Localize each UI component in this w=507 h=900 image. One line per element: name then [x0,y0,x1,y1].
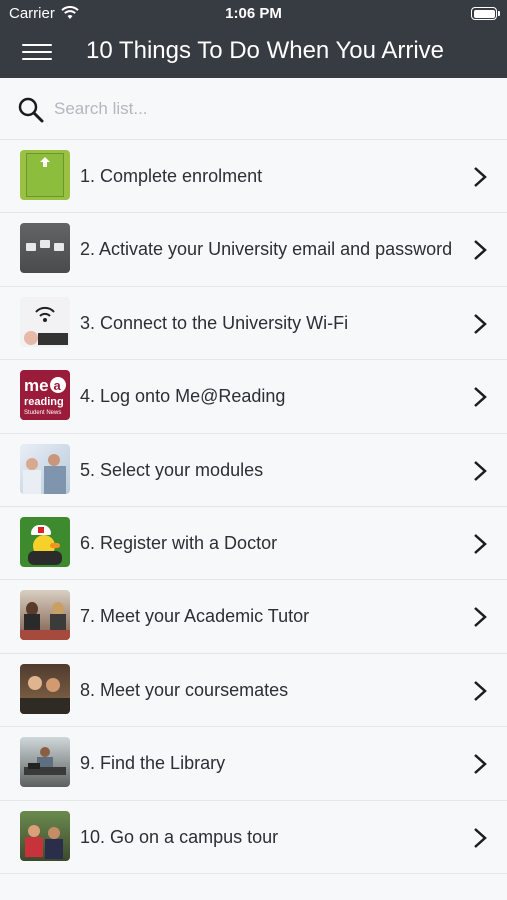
list-item[interactable]: 3. Connect to the University Wi-Fi [0,286,507,361]
battery-icon [471,7,500,20]
status-bar: Carrier 1:06 PM [0,0,507,28]
chevron-right-icon [474,607,487,628]
list-item-label: 9. Find the Library [80,753,226,774]
list-item[interactable]: 9. Find the Library [0,727,507,801]
campus-tour-thumbnail [20,810,70,861]
search-input[interactable] [54,95,474,123]
students-thumbnail [20,443,70,494]
chevron-right-icon [474,387,487,408]
chevron-right-icon [474,460,487,481]
list-item-label: 6. Register with a Doctor [80,532,278,553]
tutor-meeting-thumbnail [20,590,70,641]
list-item[interactable]: 1. Complete enrolment [0,140,507,214]
menu-button[interactable] [22,40,52,64]
chevron-right-icon [474,754,487,775]
list-item-label: 7. Meet your Academic Tutor [80,606,310,627]
coursemates-thumbnail [20,663,70,714]
chevron-right-icon [474,313,487,334]
list-item-label: 3. Connect to the University Wi-Fi [80,312,349,333]
list-item[interactable]: 7. Meet your Academic Tutor [0,580,507,654]
chevron-right-icon [474,680,487,701]
list-item-label: 8. Meet your coursemates [80,679,289,700]
svg-text:me: me [24,376,49,395]
library-thumbnail [20,737,70,788]
me-at-reading-logo-thumbnail: me a reading Student News [20,370,70,421]
status-time: 1:06 PM [225,5,282,22]
list-item-label: 10. Go on a campus tour [80,826,279,847]
list-item[interactable]: 10. Go on a campus tour [0,800,507,874]
chevron-right-icon [474,827,487,848]
things-list: 1. Complete enrolment 2. Activate your U… [0,140,507,874]
wifi-thumbnail [20,296,70,347]
keyboard-thumbnail [20,223,70,274]
list-item-label: 5. Select your modules [80,459,264,480]
list-item[interactable]: 2. Activate your University email and pa… [0,213,507,287]
page-title: 10 Things To Do When You Arrive [86,37,445,64]
chevron-right-icon [474,534,487,554]
search-icon [18,97,44,123]
svg-text:a: a [54,378,62,393]
chevron-right-icon [474,167,487,187]
list-item[interactable]: 8. Meet your coursemates [0,653,507,728]
enrolment-sign-thumbnail [20,150,70,200]
list-item[interactable]: me a reading Student News 4. Log onto Me… [0,360,507,434]
svg-text:Student News: Student News [24,410,61,416]
list-item[interactable]: 5. Select your modules [0,433,507,507]
nav-header: Carrier 1:06 PM 10 Things To Do When You… [0,0,507,78]
list-item-label: 1. Complete enrolment [80,166,263,186]
list-item-label: 4. Log onto Me@Reading [80,386,286,407]
doctor-duck-thumbnail [20,516,70,567]
chevron-right-icon [474,240,487,261]
list-item[interactable]: 6. Register with a Doctor [0,506,507,581]
list-item-label: 2. Activate your University email and pa… [80,239,453,260]
svg-text:reading: reading [24,396,64,408]
